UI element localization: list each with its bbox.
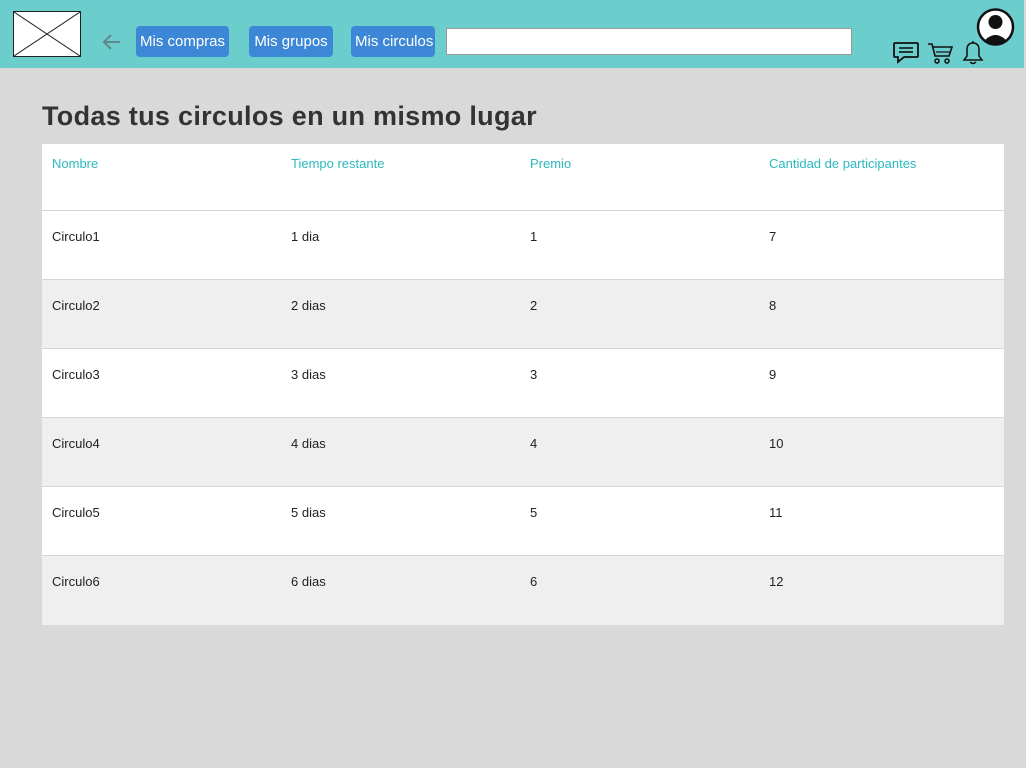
- cell-participantes: 9: [769, 367, 777, 382]
- cell-premio: 4: [530, 436, 538, 451]
- column-header-cantidad-participantes[interactable]: Cantidad de participantes: [769, 156, 916, 171]
- cell-nombre: Circulo4: [52, 436, 100, 451]
- cell-tiempo-restante: 5 dias: [291, 505, 326, 520]
- table-row[interactable]: Circulo4 4 dias 4 10: [42, 418, 1004, 487]
- cell-participantes: 11: [769, 505, 783, 520]
- table-row[interactable]: Circulo2 2 dias 2 8: [42, 280, 1004, 349]
- cell-premio: 6: [530, 574, 538, 589]
- cell-tiempo-restante: 2 dias: [291, 298, 326, 313]
- cell-premio: 1: [530, 229, 538, 244]
- cell-tiempo-restante: 4 dias: [291, 436, 326, 451]
- cell-participantes: 7: [769, 229, 777, 244]
- cell-tiempo-restante: 6 dias: [291, 574, 326, 589]
- chat-icon[interactable]: [892, 41, 920, 65]
- nav-mis-compras-button[interactable]: Mis compras: [136, 26, 229, 57]
- table-header: Nombre Tiempo restante Premio Cantidad d…: [42, 144, 1004, 211]
- page-title: Todas tus circulos en un mismo lugar: [42, 101, 537, 131]
- cell-nombre: Circulo1: [52, 229, 100, 244]
- nav-mis-grupos-button[interactable]: Mis grupos: [249, 26, 333, 57]
- search-input[interactable]: [446, 28, 852, 55]
- cart-icon[interactable]: [927, 41, 955, 65]
- table-row[interactable]: Circulo3 3 dias 3 9: [42, 349, 1004, 418]
- cell-participantes: 8: [769, 298, 777, 313]
- cell-tiempo-restante: 3 dias: [291, 367, 326, 382]
- cell-nombre: Circulo6: [52, 574, 100, 589]
- cell-tiempo-restante: 1 dia: [291, 229, 320, 244]
- circulos-table: Nombre Tiempo restante Premio Cantidad d…: [42, 144, 1004, 625]
- cell-premio: 2: [530, 298, 538, 313]
- cell-premio: 5: [530, 505, 538, 520]
- table-body: Circulo1 1 dia 1 7 Circulo2 2 dias 2 8 Circulo3 3…: [42, 211, 1004, 625]
- user-avatar-icon[interactable]: [975, 8, 1016, 46]
- top-bar: Mis compras Mis grupos Mis circulos: [0, 0, 1024, 68]
- logo-placeholder-icon[interactable]: [13, 11, 81, 57]
- table-row[interactable]: Circulo1 1 dia 1 7: [42, 211, 1004, 280]
- table-row[interactable]: Circulo5 5 dias 5 11: [42, 487, 1004, 556]
- cell-premio: 3: [530, 367, 538, 382]
- cell-participantes: 12: [769, 574, 784, 589]
- back-arrow-icon[interactable]: [100, 30, 124, 54]
- cell-nombre: Circulo2: [52, 298, 100, 313]
- cell-nombre: Circulo5: [52, 505, 100, 520]
- nav-mis-circulos-button[interactable]: Mis circulos: [351, 26, 435, 57]
- cell-participantes: 10: [769, 436, 784, 451]
- cell-nombre: Circulo3: [52, 367, 100, 382]
- column-header-nombre[interactable]: Nombre: [52, 156, 98, 171]
- table-row[interactable]: Circulo6 6 dias 6 12: [42, 556, 1004, 625]
- column-header-tiempo-restante[interactable]: Tiempo restante: [291, 156, 384, 171]
- column-header-premio[interactable]: Premio: [530, 156, 571, 171]
